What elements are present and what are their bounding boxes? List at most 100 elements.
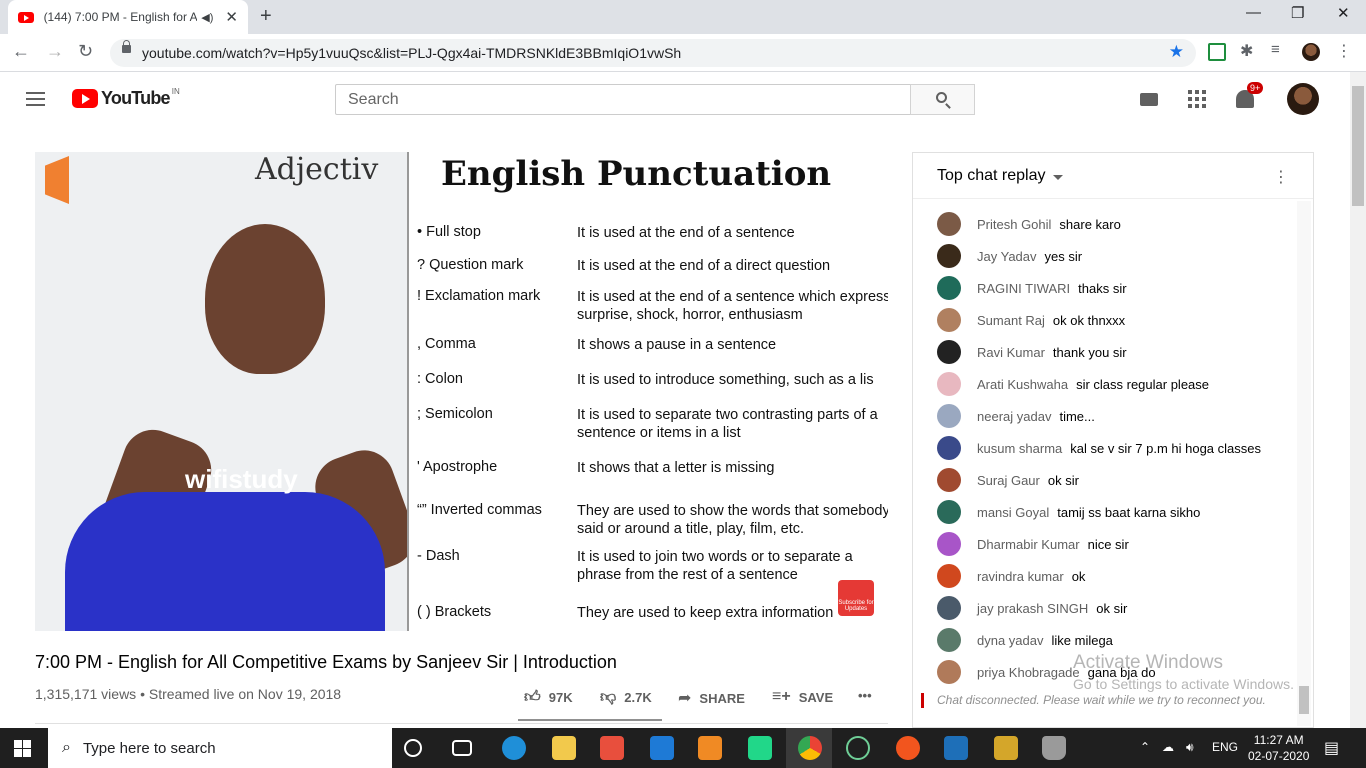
- chat-author-name[interactable]: mansi Goyal: [977, 505, 1049, 520]
- search-button[interactable]: [910, 84, 975, 115]
- bookmark-star-icon[interactable]: ★: [1169, 42, 1184, 62]
- audio-playing-icon[interactable]: ◀︎): [201, 11, 213, 24]
- app-icon[interactable]: [994, 736, 1018, 760]
- taskbar-search-text[interactable]: Type here to search: [83, 740, 216, 757]
- reload-button[interactable]: ↻: [78, 41, 93, 62]
- dislike-button[interactable]: 👎︎ 2.7K: [600, 688, 652, 707]
- save-button[interactable]: ≡+ SAVE: [772, 688, 833, 706]
- chat-message-text: ok: [1071, 568, 1086, 584]
- address-bar[interactable]: youtube.com/watch?v=Hp5y1vuuQsc&list=PLJ…: [110, 39, 1196, 67]
- chat-author-avatar[interactable]: [937, 212, 961, 236]
- chat-author-name[interactable]: priya Khobragade: [977, 665, 1080, 680]
- create-video-icon[interactable]: [1140, 93, 1158, 106]
- forward-button[interactable]: →: [46, 41, 64, 62]
- share-button[interactable]: ➦ SHARE: [678, 688, 745, 708]
- url-text[interactable]: youtube.com/watch?v=Hp5y1vuuQsc&list=PLJ…: [142, 45, 681, 61]
- chat-author-avatar[interactable]: [937, 500, 961, 524]
- chevron-down-icon[interactable]: [1053, 175, 1063, 180]
- show-hidden-icons-chevron-icon[interactable]: ⌃: [1140, 740, 1150, 754]
- task-view-icon[interactable]: [452, 740, 472, 756]
- chat-author-name[interactable]: Arati Kushwaha: [977, 377, 1068, 392]
- edge-browser-icon[interactable]: [502, 736, 526, 760]
- atom-icon[interactable]: [846, 736, 870, 760]
- chat-author-name[interactable]: Suraj Gaur: [977, 473, 1040, 488]
- youtube-logo[interactable]: YouTube IN: [72, 87, 180, 108]
- video-player[interactable]: Adjectiv wifistudy English Punctuation •…: [35, 152, 888, 631]
- chat-scrollbar[interactable]: [1297, 201, 1311, 726]
- microsoft-store-icon[interactable]: [600, 736, 624, 760]
- chat-message: kusum sharma kal se v sir 7 p.m hi hoga c…: [913, 432, 1293, 464]
- save-label: SAVE: [798, 689, 834, 705]
- like-dislike-ratio-bar: [518, 719, 662, 721]
- apps-grid-icon[interactable]: [1188, 90, 1206, 108]
- page-scrollbar[interactable]: [1350, 72, 1366, 728]
- chat-more-options-icon[interactable]: ⋮: [1273, 167, 1289, 187]
- pycharm-icon[interactable]: [748, 736, 772, 760]
- chat-author-avatar[interactable]: [937, 532, 961, 556]
- more-actions-button[interactable]: •••: [858, 688, 872, 703]
- postman-icon[interactable]: [896, 736, 920, 760]
- like-button[interactable]: 👍︎ 97K: [524, 688, 573, 707]
- search-input[interactable]: Search: [335, 84, 911, 115]
- profile-avatar[interactable]: [1302, 43, 1320, 61]
- chat-author-name[interactable]: Pritesh Gohil: [977, 217, 1051, 232]
- chat-author-name[interactable]: dyna yadav: [977, 633, 1044, 648]
- chat-author-name[interactable]: kusum sharma: [977, 441, 1062, 456]
- extension-icon[interactable]: [1208, 43, 1226, 61]
- chat-author-avatar[interactable]: [937, 404, 961, 428]
- chat-author-avatar[interactable]: [937, 244, 961, 268]
- guide-menu-icon[interactable]: [26, 92, 45, 110]
- chat-author-name[interactable]: Jay Yadav: [977, 249, 1037, 264]
- file-explorer-icon[interactable]: [552, 736, 576, 760]
- chat-author-avatar[interactable]: [937, 308, 961, 332]
- chat-author-avatar[interactable]: [937, 628, 961, 652]
- mail-icon[interactable]: [650, 736, 674, 760]
- chat-scrollbar-thumb[interactable]: [1299, 686, 1309, 714]
- account-avatar[interactable]: [1287, 83, 1319, 115]
- media-control-icon[interactable]: ≡: [1271, 41, 1289, 59]
- restore-button[interactable]: ❐: [1291, 4, 1304, 22]
- chat-author-name[interactable]: jay prakash SINGH: [977, 601, 1088, 616]
- chat-author-name[interactable]: RAGINI TIWARI: [977, 281, 1070, 296]
- lock-icon[interactable]: [122, 40, 131, 53]
- database-icon[interactable]: [1042, 736, 1066, 760]
- taskbar-search-box[interactable]: ⌕ Type here to search: [48, 728, 392, 768]
- minimize-button[interactable]: —: [1246, 4, 1261, 21]
- browser-tab[interactable]: (144) 7:00 PM - English for A ◀︎) ✕: [8, 0, 248, 34]
- chrome-menu-icon[interactable]: ⋮: [1336, 41, 1354, 60]
- volume-icon[interactable]: 🔊︎: [1186, 740, 1194, 755]
- chat-author-avatar[interactable]: [937, 596, 961, 620]
- chat-author-avatar[interactable]: [937, 564, 961, 588]
- page-scrollbar-thumb[interactable]: [1352, 86, 1364, 206]
- close-window-button[interactable]: ✕: [1337, 4, 1350, 22]
- chat-author-name[interactable]: Sumant Raj: [977, 313, 1045, 328]
- onedrive-cloud-icon[interactable]: ☁: [1162, 740, 1174, 754]
- action-center-icon[interactable]: ▤: [1324, 738, 1339, 758]
- subscribe-watermark-button[interactable]: Subscribe for Updates: [838, 580, 874, 616]
- taskbar-clock[interactable]: 11:27 AM 02-07-2020: [1248, 732, 1309, 764]
- chat-message: Jay Yadav yes sir: [913, 240, 1293, 272]
- extensions-puzzle-icon[interactable]: ✱: [1240, 41, 1258, 60]
- chat-author-avatar[interactable]: [937, 340, 961, 364]
- close-tab-icon[interactable]: ✕: [225, 8, 238, 26]
- chat-message: Ravi Kumar thank you sir: [913, 336, 1293, 368]
- cortana-icon[interactable]: [404, 739, 422, 757]
- region-code: IN: [171, 87, 180, 96]
- virtualbox-icon[interactable]: [944, 736, 968, 760]
- chat-author-avatar[interactable]: [937, 660, 961, 684]
- windows-start-icon[interactable]: [14, 740, 31, 757]
- chat-author-avatar[interactable]: [937, 436, 961, 460]
- chat-author-name[interactable]: neeraj yadav: [977, 409, 1051, 424]
- new-tab-button[interactable]: +: [260, 5, 272, 28]
- sublime-text-icon[interactable]: [698, 736, 722, 760]
- language-indicator[interactable]: ENG: [1212, 740, 1238, 754]
- chat-author-name[interactable]: ravindra kumar: [977, 569, 1064, 584]
- chrome-icon[interactable]: [798, 736, 822, 760]
- chat-author-avatar[interactable]: [937, 276, 961, 300]
- back-button[interactable]: ←: [12, 41, 30, 62]
- chat-author-avatar[interactable]: [937, 468, 961, 492]
- chat-author-name[interactable]: Ravi Kumar: [977, 345, 1045, 360]
- chat-author-avatar[interactable]: [937, 372, 961, 396]
- chat-mode-dropdown[interactable]: Top chat replay: [937, 167, 1046, 185]
- chat-author-name[interactable]: Dharmabir Kumar: [977, 537, 1080, 552]
